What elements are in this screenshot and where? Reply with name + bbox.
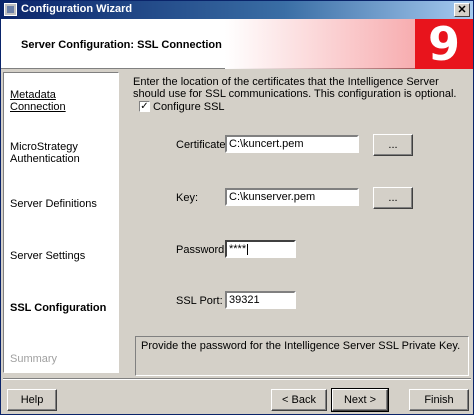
configuration-wizard-window: Configuration Wizard ✕ Server Configurat… [0, 0, 474, 415]
close-button[interactable]: ✕ [454, 3, 470, 17]
sidebar-item-metadata-connection[interactable]: Metadata Connection [10, 89, 114, 113]
certificate-label: Certificate: [176, 139, 229, 151]
window-title: Configuration Wizard [21, 3, 133, 15]
password-value: **** [229, 243, 247, 255]
logo-gradient [225, 19, 415, 69]
configure-ssl-label[interactable]: Configure SSL [153, 101, 225, 113]
info-text: Provide the password for the Intelligenc… [141, 340, 461, 352]
app-icon [4, 3, 17, 16]
key-input[interactable]: C:\kunserver.pem [225, 188, 359, 206]
password-input[interactable]: **** [225, 240, 296, 258]
footer-separator [3, 378, 471, 380]
sidebar-item-summary: Summary [10, 353, 58, 365]
certificate-input[interactable]: C:\kuncert.pem [225, 135, 359, 153]
configure-ssl-checkbox[interactable]: ✓ [139, 101, 150, 112]
wizard-steps-sidebar: Metadata Connection MicroStrategy Authen… [3, 72, 119, 373]
ssl-port-label: SSL Port: [176, 295, 223, 307]
intro-text: Enter the location of the certificates t… [133, 76, 457, 100]
sidebar-item-server-settings: Server Settings [10, 250, 86, 262]
password-label: Password: [176, 244, 228, 256]
key-label: Key: [176, 192, 199, 204]
sidebar-item-server-definitions: Server Definitions [10, 198, 97, 210]
text-caret [247, 243, 249, 255]
microstrategy-9-logo: 9 [415, 19, 473, 69]
page-title: Server Configuration: SSL Connection [21, 39, 222, 51]
info-panel: Provide the password for the Intelligenc… [135, 336, 469, 376]
sidebar-item-microstrategy-authentication: MicroStrategy Authentication [10, 141, 80, 165]
certificate-browse-button[interactable]: ... [373, 134, 413, 156]
next-button[interactable]: Next > [331, 388, 389, 412]
title-bar[interactable]: Configuration Wizard ✕ [1, 1, 473, 19]
sidebar-item-ssl-configuration: SSL Configuration [10, 302, 107, 314]
finish-button[interactable]: Finish [409, 389, 469, 411]
help-button[interactable]: Help [7, 389, 57, 411]
main-content: Enter the location of the certificates t… [121, 72, 473, 376]
wizard-header: Server Configuration: SSL Connection 9 [1, 19, 473, 69]
back-button[interactable]: < Back [271, 389, 327, 411]
ssl-port-input[interactable]: 39321 [225, 291, 296, 309]
key-browse-button[interactable]: ... [373, 187, 413, 209]
